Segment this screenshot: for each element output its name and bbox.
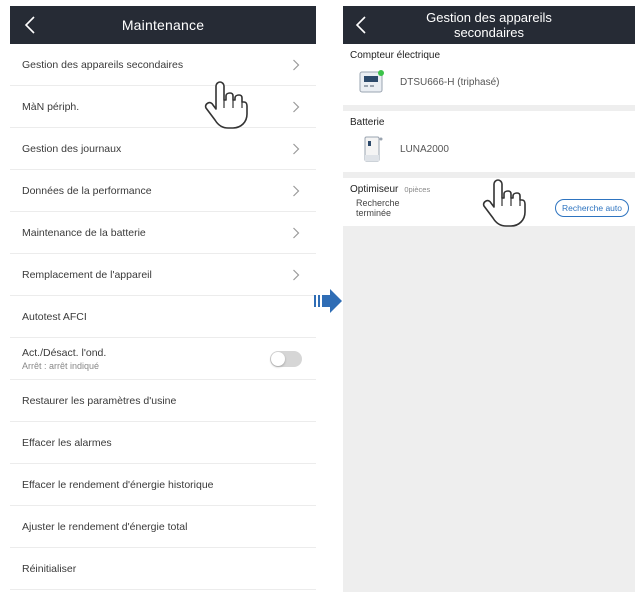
section-title: Optimiseur (350, 184, 399, 195)
chevron-right-icon (293, 227, 300, 238)
meter-name: DTSU666-H (triphasé) (400, 76, 500, 88)
menu-item-label: Act./Désact. l'ond. (22, 346, 107, 359)
pointing-hand-icon (204, 81, 248, 129)
menu-item-label: Réinitialiser (22, 562, 77, 575)
transition-arrow-icon (314, 289, 342, 313)
chevron-right-icon (293, 101, 300, 112)
meter-section: Compteur électrique DTSU666-H (triphasé) (343, 44, 635, 105)
menu-item[interactable]: Effacer les alarmes (10, 422, 316, 464)
menu-item-label: Effacer le rendement d'énergie historiqu… (22, 478, 214, 491)
menu-item-label: Remplacement de l'appareil (22, 268, 152, 281)
section-title: Compteur électrique (350, 50, 441, 61)
chevron-right-icon (293, 143, 300, 154)
battery-icon (364, 136, 383, 162)
section-title: Batterie (350, 117, 385, 128)
meter-icon (359, 70, 384, 93)
search-status: Recherche terminée (356, 198, 400, 218)
menu-item[interactable]: Gestion des appareils secondaires (10, 44, 316, 86)
battery-name: LUNA2000 (400, 143, 449, 155)
menu-item-label: Maintenance de la batterie (22, 226, 146, 239)
pointing-hand-icon (482, 179, 526, 227)
toggle-knob (271, 351, 285, 366)
menu-item-label: MàN périph. (22, 100, 80, 113)
menu-item-label: Restaurer les paramètres d'usine (22, 394, 177, 407)
auto-search-button[interactable]: Recherche auto (554, 199, 629, 217)
maintenance-screen: Maintenance Gestion des appareils second… (10, 6, 316, 592)
optimizer-count: 0pièces (404, 185, 431, 194)
maintenance-header: Maintenance (10, 6, 316, 44)
maintenance-menu: Gestion des appareils secondaires MàN pér… (10, 44, 316, 590)
meter-device-row[interactable]: DTSU666-H (triphasé) (350, 65, 628, 99)
page-title: Maintenance (121, 17, 205, 33)
menu-item[interactable]: MàN périph. (10, 86, 316, 128)
secondary-devices-header: Gestion des appareils secondaires (343, 6, 635, 44)
menu-item[interactable]: Effacer le rendement d'énergie historiqu… (10, 464, 316, 506)
chevron-right-icon (293, 59, 300, 70)
secondary-devices-screen: Gestion des appareils secondaires Compte… (343, 6, 635, 592)
menu-item[interactable]: Remplacement de l'appareil (10, 254, 316, 296)
battery-device-row[interactable]: LUNA2000 (350, 132, 628, 166)
menu-item-label: Gestion des appareils secondaires (22, 58, 184, 71)
menu-item-sublabel: Arrêt : arrêt indiqué (22, 360, 100, 371)
menu-item[interactable]: Réinitialiser (10, 548, 316, 590)
back-chevron-icon[interactable] (351, 13, 371, 37)
page-title: Gestion des appareils secondaires (426, 10, 552, 40)
menu-item[interactable]: Act./Désact. l'ond. Arrêt : arrêt indiqué (10, 338, 316, 380)
menu-item-label: Gestion des journaux (22, 142, 122, 155)
menu-item-label: Autotest AFCI (22, 310, 87, 323)
menu-item[interactable]: Gestion des journaux (10, 128, 316, 170)
battery-section: Batterie LUNA2000 (343, 111, 635, 172)
menu-item[interactable]: Autotest AFCI (10, 296, 316, 338)
menu-item-label: Effacer les alarmes (22, 436, 112, 449)
menu-item-label: Données de la performance (22, 184, 152, 197)
inverter-toggle[interactable] (270, 350, 302, 367)
back-chevron-icon[interactable] (20, 13, 40, 37)
menu-item[interactable]: Ajuster le rendement d'énergie total (10, 506, 316, 548)
chevron-right-icon (293, 269, 300, 280)
menu-item[interactable]: Restaurer les paramètres d'usine (10, 380, 316, 422)
menu-item[interactable]: Données de la performance (10, 170, 316, 212)
chevron-right-icon (293, 185, 300, 196)
menu-item[interactable]: Maintenance de la batterie (10, 212, 316, 254)
menu-item-label: Ajuster le rendement d'énergie total (22, 520, 188, 533)
